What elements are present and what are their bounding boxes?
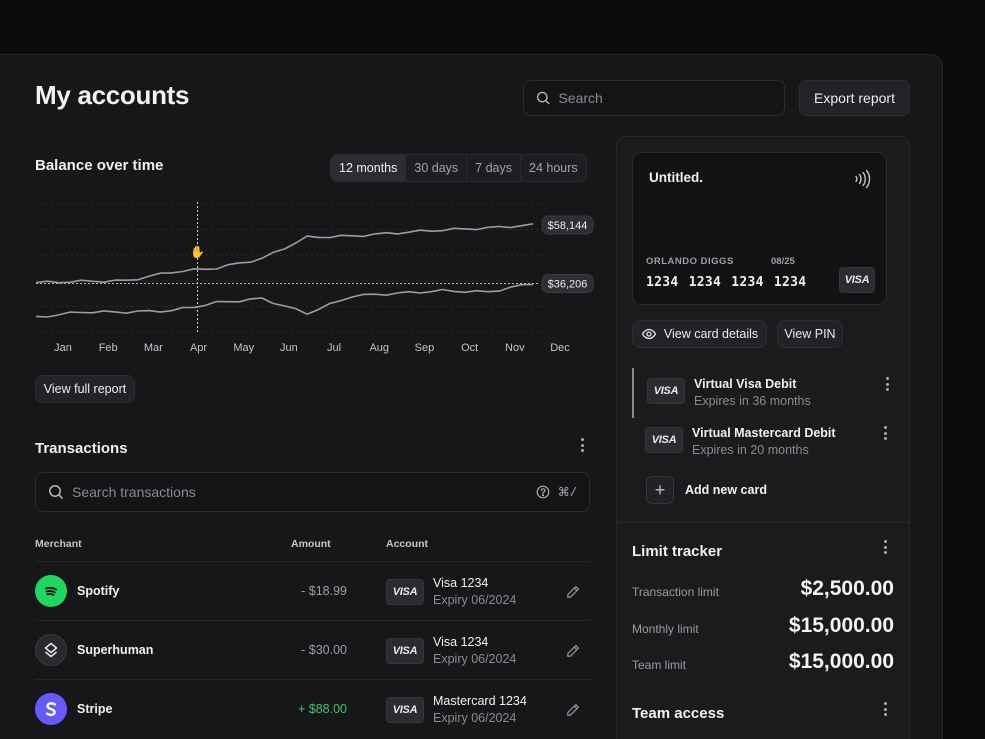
- plus-icon: +: [646, 476, 674, 504]
- add-new-card-label: Add new card: [685, 483, 767, 497]
- transactions-title: Transactions: [35, 440, 128, 457]
- credit-card[interactable]: Untitled. ORLANDO DIGGS 08/25 1234 1234 …: [632, 152, 887, 305]
- card-title: Untitled.: [649, 170, 703, 185]
- export-report-button[interactable]: Export report: [799, 80, 910, 116]
- spotify-logo: [35, 575, 67, 607]
- amount: + $88.00: [297, 702, 347, 716]
- stripe-logo: [35, 693, 67, 725]
- visa-logo: VISA: [645, 427, 683, 453]
- limit-value: $2,500.00: [800, 577, 894, 600]
- view-card-details-label: View card details: [663, 327, 759, 341]
- virtual-card-item[interactable]: VISA Virtual Visa Debit Expires in 36 mo…: [632, 368, 894, 418]
- visa-logo: VISA: [386, 638, 424, 664]
- x-tick-label: Jun: [280, 342, 298, 354]
- card-number: 1234 1234 1234 1234: [646, 275, 807, 290]
- view-full-report-button[interactable]: View full report: [35, 375, 135, 403]
- divider: [617, 522, 909, 523]
- merchant-name: Spotify: [77, 584, 120, 598]
- account-expiry: Expiry 06/2024: [433, 593, 517, 607]
- eye-icon: [641, 328, 657, 340]
- x-tick-label: May: [233, 342, 254, 354]
- add-new-card-button[interactable]: + Add new card: [646, 476, 767, 504]
- visa-logo: VISA: [839, 267, 875, 293]
- range-7-days[interactable]: 7 days: [466, 155, 520, 181]
- x-tick-label: Feb: [99, 342, 118, 354]
- help-icon[interactable]: [536, 485, 550, 499]
- transactions-search[interactable]: ⌘/: [35, 472, 590, 512]
- table-row[interactable]: Spotify - $18.99 VISA Visa 1234 Expiry 0…: [35, 561, 590, 620]
- edit-icon[interactable]: [565, 643, 581, 659]
- column-amount: Amount: [291, 538, 331, 550]
- search-box[interactable]: [523, 80, 785, 116]
- superhuman-logo: [35, 634, 67, 666]
- amount: - $18.99: [301, 584, 347, 598]
- x-tick-label: Nov: [505, 342, 525, 354]
- x-tick-label: Mar: [144, 342, 163, 354]
- page-title: My accounts: [35, 80, 190, 110]
- limit-value: $15,000.00: [788, 614, 894, 637]
- virtual-card-item[interactable]: VISA Virtual Mastercard Debit Expires in…: [632, 417, 894, 467]
- merchant-name: Superhuman: [77, 643, 154, 657]
- series-line: [35, 223, 534, 284]
- view-card-details-button[interactable]: View card details: [632, 320, 767, 348]
- hand-cursor-icon: ✋: [190, 245, 205, 259]
- search-input[interactable]: [558, 90, 772, 106]
- virtual-card-name: Virtual Mastercard Debit: [692, 426, 836, 440]
- visa-logo: VISA: [386, 579, 424, 605]
- limit-label: Monthly limit: [632, 622, 699, 636]
- range-12-months[interactable]: 12 months: [331, 155, 406, 181]
- merchant-name: Stripe: [77, 702, 113, 716]
- series-line: [35, 283, 534, 318]
- edit-icon[interactable]: [565, 702, 581, 718]
- transactions-search-input[interactable]: [72, 484, 528, 500]
- limit-label: Team limit: [632, 658, 687, 672]
- account-expiry: Expiry 06/2024: [433, 652, 517, 666]
- team-access-title: Team access: [632, 705, 725, 722]
- x-tick-label: Apr: [190, 342, 207, 354]
- range-24-hours[interactable]: 24 hours: [520, 155, 586, 181]
- x-tick-label: Jan: [54, 342, 72, 354]
- table-row[interactable]: Superhuman - $30.00 VISA Visa 1234 Expir…: [35, 620, 590, 679]
- balance-chart[interactable]: ✋ $58,144 $36,206 Jan Feb Mar Apr May Jun Jul Aug S…: [28, 196, 598, 361]
- x-tick-label: Jul: [327, 342, 341, 354]
- virtual-card-expiry: Expires in 36 months: [694, 394, 811, 408]
- virtual-card-name: Virtual Visa Debit: [694, 377, 797, 391]
- x-tick-label: Dec: [550, 342, 570, 354]
- table-row[interactable]: Stripe + $88.00 VISA Mastercard 1234 Exp…: [35, 679, 590, 738]
- account-name: Mastercard 1234: [433, 694, 527, 708]
- view-pin-button[interactable]: View PIN: [777, 320, 843, 348]
- limit-more-icon[interactable]: [877, 539, 893, 555]
- search-icon: [49, 485, 63, 499]
- x-tick-label: Sep: [415, 342, 435, 354]
- card-more-icon[interactable]: [877, 425, 893, 441]
- transactions-more-icon[interactable]: [574, 437, 590, 453]
- team-more-icon[interactable]: [877, 701, 893, 717]
- edit-icon[interactable]: [565, 584, 581, 600]
- value-label: $36,206: [548, 278, 588, 290]
- visa-logo: VISA: [386, 697, 424, 723]
- amount: - $30.00: [301, 643, 347, 657]
- card-more-icon[interactable]: [879, 376, 895, 392]
- search-icon: [536, 91, 550, 105]
- shortcut-hint: ⌘/: [557, 485, 577, 500]
- limit-value: $15,000.00: [788, 650, 894, 673]
- x-tick-label: Aug: [369, 342, 389, 354]
- limit-tracker-title: Limit tracker: [632, 543, 723, 560]
- contactless-icon: [855, 169, 871, 189]
- column-account: Account: [386, 538, 428, 550]
- balance-title: Balance over time: [35, 157, 164, 174]
- range-selector: 12 months 30 days 7 days 24 hours: [330, 154, 587, 182]
- value-label: $58,144: [548, 220, 588, 232]
- limit-label: Transaction limit: [632, 585, 719, 599]
- account-name: Visa 1234: [433, 576, 489, 590]
- x-tick-label: Oct: [461, 342, 478, 354]
- card-expiry: 08/25: [771, 256, 795, 267]
- visa-logo: VISA: [647, 378, 685, 404]
- account-expiry: Expiry 06/2024: [433, 711, 517, 725]
- virtual-card-expiry: Expires in 20 months: [692, 443, 809, 457]
- column-merchant: Merchant: [35, 538, 82, 550]
- card-holder: ORLANDO DIGGS: [646, 256, 734, 267]
- range-30-days[interactable]: 30 days: [405, 155, 466, 181]
- account-name: Visa 1234: [433, 635, 489, 649]
